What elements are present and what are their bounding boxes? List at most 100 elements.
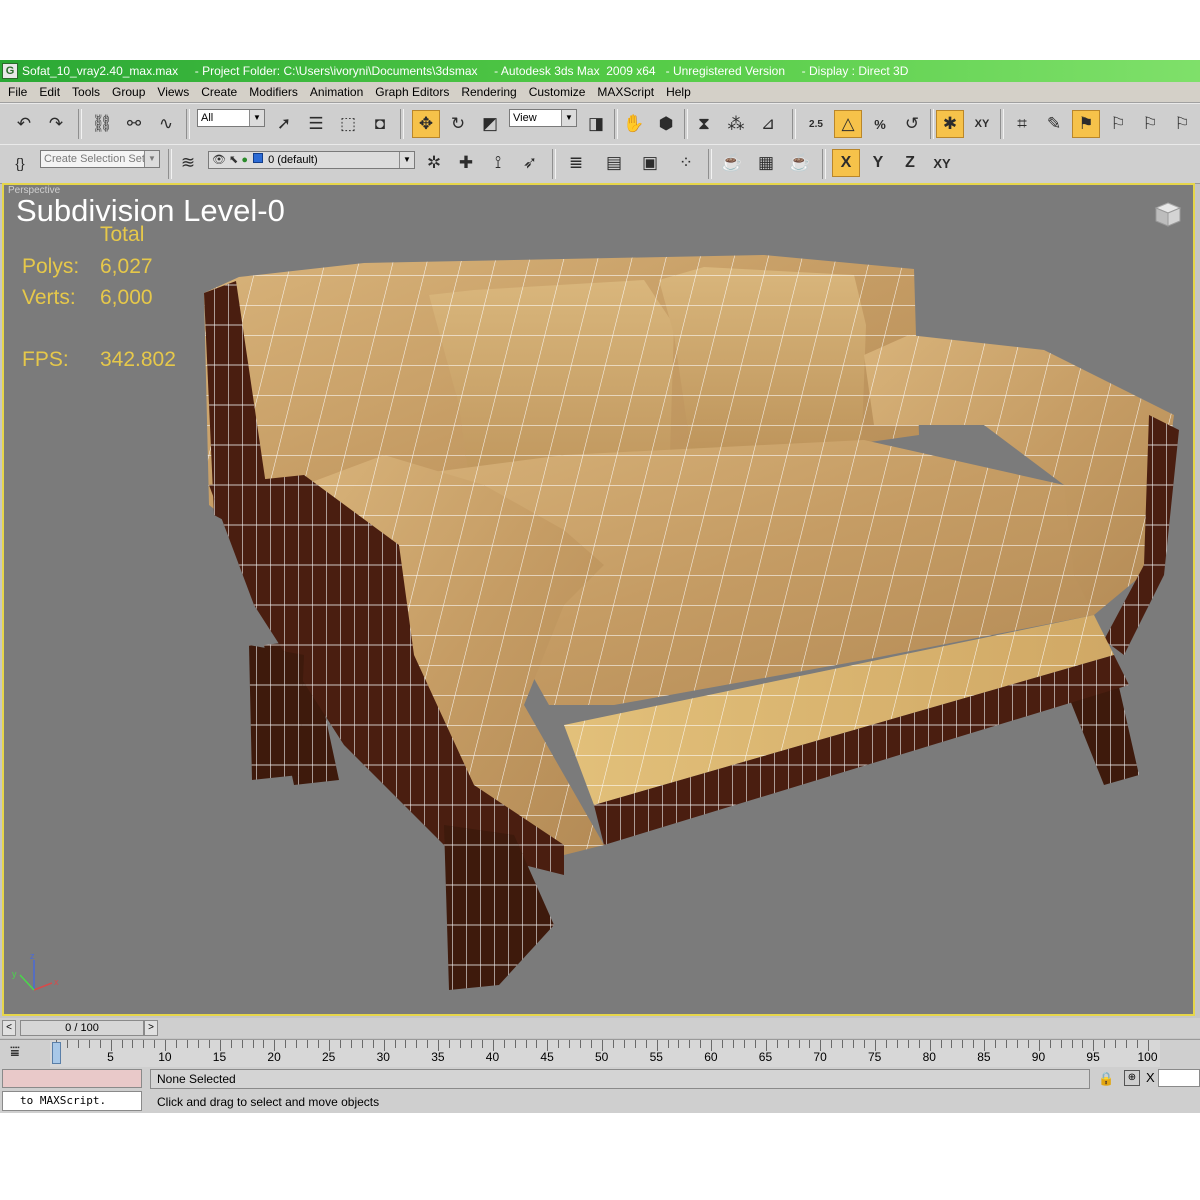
menu-file[interactable]: File	[0, 82, 33, 102]
ruler-tick-label: 70	[813, 1050, 827, 1064]
mirror-icon[interactable]: ⧗	[690, 110, 718, 138]
axis-constraint-x-button[interactable]: X	[832, 149, 860, 177]
edit-named-selection-icon[interactable]: ✱	[936, 110, 964, 138]
select-and-move-icon[interactable]: ✥	[412, 110, 440, 138]
undo-icon[interactable]: ↶	[10, 110, 38, 138]
track-view-icon[interactable]: ▣	[636, 149, 664, 177]
curve-editor-icon[interactable]: ⌗	[1008, 110, 1036, 138]
app-icon[interactable]: G	[2, 63, 18, 79]
lock-selection-icon[interactable]: 🔒	[1098, 1071, 1114, 1087]
time-slider-track[interactable]: < 0 / 100 >	[2, 1019, 158, 1036]
create-new-layer-icon[interactable]: ✲	[420, 149, 448, 177]
eye-icon: 👁	[212, 154, 226, 166]
menu-views[interactable]: Views	[151, 82, 195, 102]
menu-rendering[interactable]: Rendering	[455, 82, 522, 102]
material-editor-icon[interactable]: ⚑	[1072, 110, 1100, 138]
maxscript-mini-listener-output[interactable]: to MAXScript.	[2, 1091, 142, 1111]
rendered-frame-window-icon[interactable]: ▦	[752, 149, 780, 177]
toolbar-separator	[400, 109, 404, 139]
redo-icon[interactable]: ↷	[42, 110, 70, 138]
menu-tools[interactable]: Tools	[66, 82, 106, 102]
manipulate-icon[interactable]: ✋	[620, 110, 648, 138]
render-setup-icon[interactable]: ⚐	[1104, 110, 1132, 138]
active-shade-icon[interactable]: ☕	[786, 149, 814, 177]
keyboard-shortcut-override-icon[interactable]: ⬢	[652, 110, 680, 138]
time-slider: < 0 / 100 >	[0, 1018, 1200, 1038]
menu-bar: File Edit Tools Group Views Create Modifiers An…	[0, 82, 1200, 103]
spinner-snap-icon[interactable]: ↺	[898, 110, 926, 138]
layer-name: 0 (default)	[268, 154, 318, 166]
selection-filter-dropdown[interactable]: All ▼	[197, 109, 265, 127]
ruler-tick	[591, 1040, 593, 1048]
select-object-icon[interactable]: ➚	[270, 110, 298, 138]
named-selection-set-dropdown[interactable]: Create Selection Set ▼	[40, 150, 160, 168]
menu-animation[interactable]: Animation	[304, 82, 369, 102]
current-frame-marker[interactable]	[52, 1042, 61, 1064]
use-pivot-center-icon[interactable]: ◨	[582, 110, 610, 138]
render-teapot-icon[interactable]: ☕	[718, 149, 746, 177]
schematic-view-icon[interactable]: ✎	[1040, 110, 1068, 138]
quick-render-icon[interactable]: ⚐	[1168, 110, 1196, 138]
menu-maxscript[interactable]: MAXScript	[591, 82, 660, 102]
window-crossing-icon[interactable]: ◘	[366, 110, 394, 138]
axis-constraint-y-button[interactable]: Y	[864, 149, 892, 177]
coord-x-field[interactable]	[1158, 1069, 1200, 1087]
axis-constraint-xy-button[interactable]: XY	[928, 149, 956, 177]
unlink-selection-icon[interactable]: ⚯	[120, 110, 148, 138]
layer-dropdown[interactable]: 👁 ⬉ ● 0 (default) ▼	[208, 151, 415, 169]
toolbar-separator	[684, 109, 688, 139]
ruler-tick	[754, 1040, 756, 1048]
axis-constraint-z-button[interactable]: Z	[896, 149, 924, 177]
material-spheres-icon[interactable]: ⁘	[672, 149, 700, 177]
ruler-tick	[612, 1040, 614, 1048]
viewcube-icon[interactable]	[1153, 199, 1183, 229]
menu-customize[interactable]: Customize	[523, 82, 592, 102]
menu-graph-editors[interactable]: Graph Editors	[369, 82, 455, 102]
constraint-xy-icon[interactable]: XY	[968, 110, 996, 138]
layer-manager-icon[interactable]: ≋	[174, 149, 202, 177]
named-selection-placeholder: Create Selection Set	[44, 153, 145, 165]
scene-explorer-icon[interactable]: ▤	[600, 149, 628, 177]
reference-coord-dropdown[interactable]: View ▼	[509, 109, 577, 127]
track-bar[interactable]: ⩸ 05101520253035404550556065707580859095…	[0, 1039, 1200, 1069]
ruler-tick	[558, 1040, 560, 1048]
track-bar-ruler[interactable]: 0510152025303540455055606570758085909510…	[50, 1040, 1160, 1068]
select-by-name-icon[interactable]: ☰	[302, 110, 330, 138]
array-icon[interactable]: ⁂	[722, 110, 750, 138]
select-in-layer-icon[interactable]: ⟟	[484, 149, 512, 177]
menu-group[interactable]: Group	[106, 82, 151, 102]
time-slider-next-button[interactable]: >	[144, 1020, 158, 1036]
rectangular-selection-icon[interactable]: ⬚	[334, 110, 362, 138]
ruler-tick	[1082, 1040, 1084, 1048]
snaps-toggle-icon[interactable]: 2.5	[802, 110, 830, 138]
select-and-rotate-icon[interactable]: ↻	[444, 110, 472, 138]
menu-edit[interactable]: Edit	[33, 82, 66, 102]
ruler-tick-label: 95	[1086, 1050, 1100, 1064]
menu-modifiers[interactable]: Modifiers	[243, 82, 304, 102]
time-slider-prev-button[interactable]: <	[2, 1020, 16, 1036]
ruler-tick	[918, 1040, 920, 1048]
time-slider-thumb[interactable]: 0 / 100	[20, 1020, 144, 1036]
menu-create[interactable]: Create	[195, 82, 243, 102]
track-bar-filter-icon[interactable]: ⩸	[10, 1044, 20, 1062]
percent-snap-icon[interactable]: %	[866, 110, 894, 138]
abc-snap-icon[interactable]: {}	[6, 149, 34, 177]
add-to-layer-icon[interactable]: ✚	[452, 149, 480, 177]
3dsmax-window: G Sofat_10_vray2.40_max.max - Project Fo…	[0, 60, 1200, 1113]
ruler-tick-label: 10	[158, 1050, 172, 1064]
sofa-model[interactable]	[4, 185, 1193, 1014]
render-frame-icon[interactable]: ⚐	[1136, 110, 1164, 138]
select-and-link-icon[interactable]: ⛓	[88, 110, 116, 138]
absolute-mode-icon[interactable]: ⊕	[1124, 1070, 1140, 1086]
maxscript-mini-listener-input[interactable]	[2, 1069, 142, 1088]
layer-manager-stack-icon[interactable]: ≣	[562, 149, 590, 177]
select-and-scale-icon[interactable]: ◩	[476, 110, 504, 138]
ruler-tick	[1006, 1040, 1008, 1048]
angle-snap-icon[interactable]: △	[834, 110, 862, 138]
set-current-layer-icon[interactable]: ➶	[516, 149, 544, 177]
align-icon[interactable]: ⊿	[754, 110, 782, 138]
bind-to-space-warp-icon[interactable]: ∿	[152, 110, 180, 138]
ruler-tick	[973, 1040, 975, 1048]
perspective-viewport[interactable]: Perspective Subdivision Level-0 Total Po…	[2, 183, 1195, 1016]
menu-help[interactable]: Help	[660, 82, 697, 102]
